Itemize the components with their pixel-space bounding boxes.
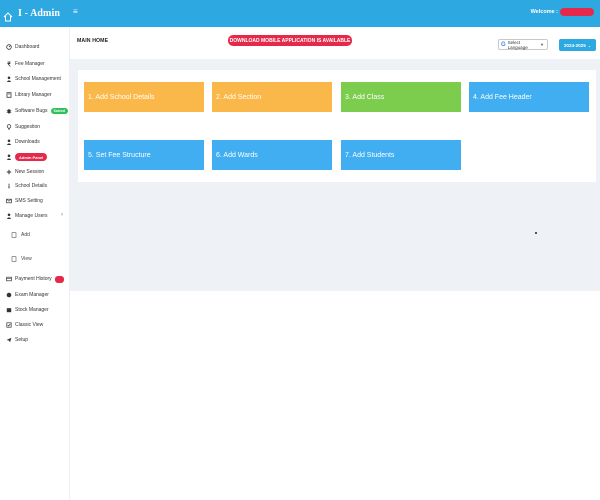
tile-add-fee-header[interactable]: 4. Add Fee Header [469, 82, 589, 112]
sidebar-item-label: SMS Setting [15, 198, 43, 204]
breadcrumb: MAIN HOME [77, 38, 109, 44]
document-icon [11, 255, 18, 263]
mouse-cursor [535, 232, 537, 234]
admin-panel-badge: Admin Panel [15, 153, 48, 161]
download-app-banner[interactable]: DOWNLOAD MOBILE APPLICATION IS AVAILABLE [228, 35, 352, 46]
sidebar-item-label: Software Bugs [15, 108, 48, 114]
user-icon [5, 139, 12, 146]
menu-toggle-icon[interactable]: ≡ [73, 8, 78, 16]
sidebar-item-label: Classic View [15, 322, 44, 328]
envelope-icon [5, 198, 12, 205]
sidebar-item-exam-manager[interactable]: Exam Manager [5, 290, 49, 300]
check-square-icon [5, 322, 12, 329]
chevron-right-icon[interactable]: › [61, 212, 63, 218]
user-icon [5, 154, 12, 161]
sidebar-item-payment-history[interactable]: Payment History [5, 274, 64, 284]
sidebar-item-label: Payment History [15, 276, 52, 282]
sidebar-item-label: School Details [15, 183, 47, 189]
globe-icon [5, 292, 12, 299]
language-select-label: Select Language [507, 39, 528, 50]
lightbulb-icon [5, 124, 12, 131]
sidebar-item-school-management[interactable]: School Management [5, 74, 61, 84]
welcome-area: Welcome : [531, 8, 594, 16]
session-year-select[interactable]: 2024-2025 ⌄ [559, 39, 596, 51]
tile-add-students[interactable]: 7. Add Students [341, 140, 461, 170]
chevron-down-icon: ⌄ [587, 42, 592, 48]
tile-add-class[interactable]: 3. Add Class [341, 82, 461, 112]
sidebar-item-manage-users[interactable]: Manage Users [5, 211, 48, 221]
sidebar-item-school-details[interactable]: School Details [5, 181, 47, 191]
sidebar-item-label: Add [21, 232, 30, 238]
brand[interactable]: I - Admin [0, 0, 70, 27]
sidebar-item-label: New Session [15, 169, 45, 175]
new-badge [54, 275, 64, 283]
app-title: I - Admin [18, 8, 61, 19]
sidebar-item-suggestion[interactable]: Suggestion [5, 122, 40, 132]
sidebar-item-add[interactable]: Add [11, 230, 30, 240]
user-name-pill[interactable] [560, 8, 594, 16]
tile-add-wards[interactable]: 6. Add Wards [212, 140, 332, 170]
sidebar-item-label: Stock Manager [15, 307, 49, 313]
sidebar-item-admin-panel[interactable]: Admin Panel [5, 152, 48, 162]
box-icon [5, 307, 12, 314]
sidebar-item-new-session[interactable]: New Session [5, 167, 44, 177]
google-logo-icon: G [501, 41, 506, 48]
bug-icon [5, 108, 12, 115]
send-icon [5, 337, 12, 344]
book-icon [5, 92, 12, 99]
top-bar: I - Admin ≡ Welcome : [0, 0, 600, 27]
sidebar-item-view[interactable]: View [11, 254, 32, 264]
solved-badge: Solved [50, 108, 69, 114]
sidebar-item-label: View [21, 256, 32, 262]
tile-set-fee-structure[interactable]: 5. Set Fee Structure [84, 140, 204, 170]
gauge-icon [5, 44, 12, 51]
sidebar-item-label: Fee Manager [15, 61, 45, 67]
sidebar-item-label: Setup [15, 337, 29, 343]
tile-add-school-details[interactable]: 1. Add School Details [84, 82, 204, 112]
card-icon [5, 276, 12, 283]
sidebar-item-label: School Management [15, 76, 61, 82]
sidebar-item-label: Exam Manager [15, 292, 49, 298]
session-year-value: 2024-2025 [563, 42, 586, 48]
sidebar-item-downloads[interactable]: Downloads [5, 137, 40, 147]
sidebar-item-software-bugs[interactable]: Software Bugs Solved [5, 106, 69, 116]
sidebar-item-library-manager[interactable]: Library Manager [5, 90, 51, 100]
info-icon [5, 183, 12, 190]
user-icon [5, 76, 12, 83]
language-select[interactable]: G Select Language ▼ [498, 39, 548, 50]
home-icon [3, 9, 13, 21]
sidebar-item-classic-view[interactable]: Classic View [5, 320, 43, 330]
dropdown-arrow-icon: ▼ [540, 42, 544, 47]
welcome-label: Welcome : [530, 9, 558, 15]
sidebar-item-setup[interactable]: Setup [5, 335, 28, 345]
rupee-icon [5, 61, 12, 68]
sidebar-item-sms-setting[interactable]: SMS Setting [5, 196, 43, 206]
sidebar-item-fee-manager[interactable]: Fee Manager [5, 59, 45, 69]
sidebar-item-label: Downloads [15, 139, 40, 145]
sidebar-item-stock-manager[interactable]: Stock Manager [5, 305, 49, 315]
sidebar-item-dashboard[interactable]: Dashboard [5, 42, 39, 52]
sidebar-item-label: Manage Users [15, 213, 48, 219]
sidebar-item-label: Suggestion [15, 124, 41, 130]
plus-icon [5, 169, 12, 176]
document-icon [11, 231, 18, 239]
sidebar-item-label: Dashboard [15, 44, 40, 50]
sidebar-item-label: Library Manager [15, 92, 52, 98]
tile-add-section[interactable]: 2. Add Section [212, 82, 332, 112]
user-icon [5, 213, 12, 220]
